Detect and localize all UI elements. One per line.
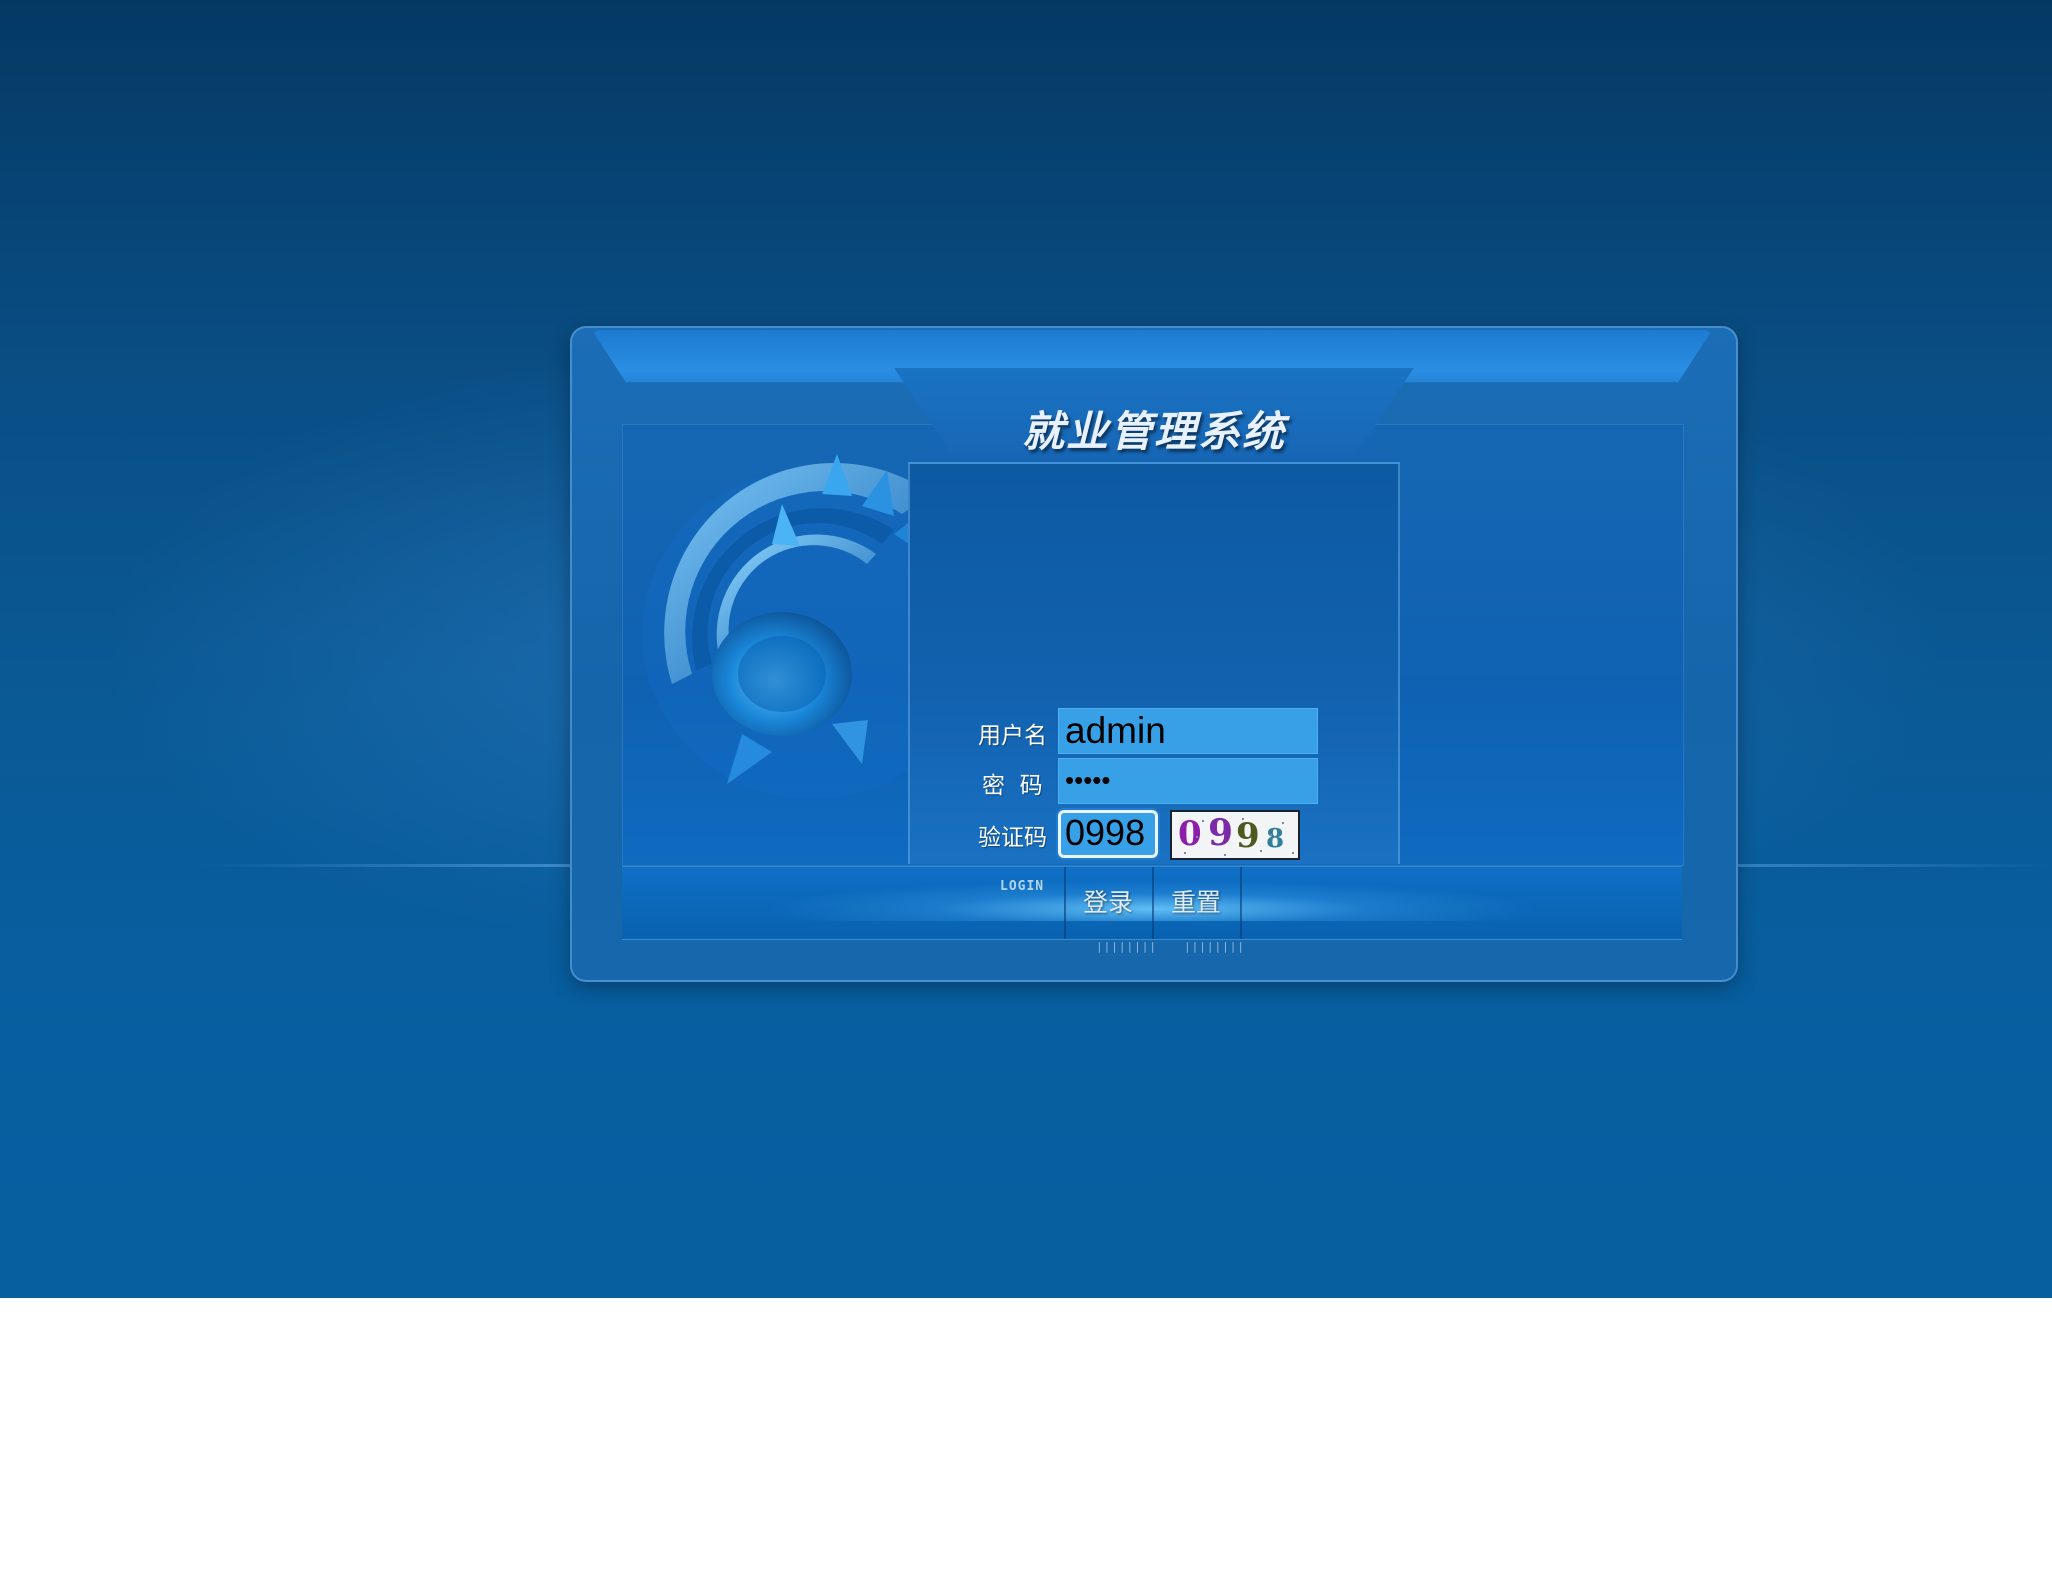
login-button[interactable]: 登录 (1064, 867, 1150, 939)
captcha-char: 9 (1208, 812, 1234, 854)
password-field[interactable]: ••••• (1058, 758, 1318, 804)
captcha-label: 验证码 (978, 825, 1047, 851)
captcha-field[interactable]: 0998 (1058, 810, 1158, 858)
username-field[interactable]: admin (1058, 708, 1318, 754)
action-bar: LOGIN 登录 重置 (622, 866, 1682, 940)
login-caption: LOGIN (1000, 879, 1045, 894)
login-frame: 就业管理系统 用户名 admin 密 码 ••••• 验证码 0998 0 9 … (570, 326, 1738, 982)
captcha-char: 8 (1266, 824, 1285, 854)
captcha-image[interactable]: 0 9 9 8 (1170, 810, 1300, 860)
captcha-char: 9 (1236, 816, 1260, 856)
password-label: 密 码 (982, 773, 1043, 799)
captcha-char: 0 (1178, 814, 1202, 854)
username-label: 用户名 (978, 723, 1047, 749)
page-title: 就业管理系统 (1021, 407, 1286, 456)
button-divider (1240, 867, 1242, 939)
reset-grip: |||||||| (1184, 940, 1245, 953)
reset-button[interactable]: 重置 (1152, 867, 1238, 939)
login-grip: |||||||| (1096, 940, 1157, 953)
page-background: 就业管理系统 用户名 admin 密 码 ••••• 验证码 0998 0 9 … (0, 0, 2052, 1298)
